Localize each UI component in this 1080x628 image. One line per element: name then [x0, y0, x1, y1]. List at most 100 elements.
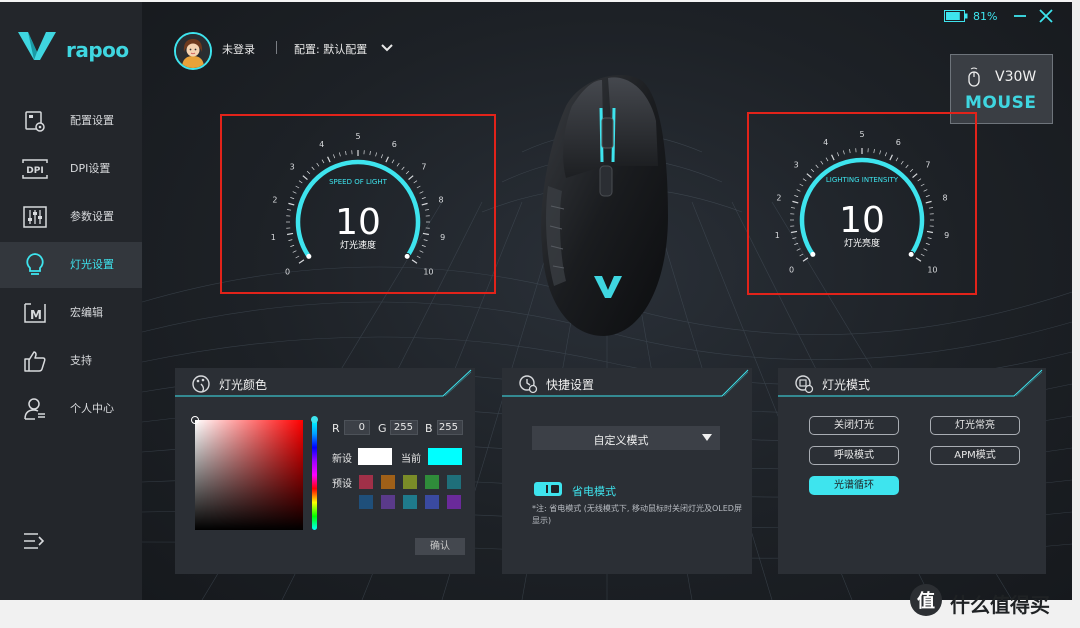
preset-color-swatch[interactable]	[447, 475, 461, 489]
preset-color-swatch[interactable]	[403, 475, 417, 489]
profile-settings-icon	[22, 109, 48, 133]
r-input[interactable]: 0	[344, 420, 370, 435]
gauge-tick	[815, 164, 819, 169]
intensity-gauge-highlight: 0 1 2 3 4 5 6 7 8 9 10 LIGHTING INTENSITY 10 灯光亮度	[747, 112, 977, 295]
device-kind: MOUSE	[965, 93, 1037, 113]
preset-color-swatch[interactable]	[447, 495, 461, 509]
dropdown-triangle-icon	[702, 434, 712, 441]
gauge-tick	[928, 207, 933, 209]
gauge-tick	[333, 154, 336, 159]
device-model: V30W	[995, 69, 1037, 85]
intensity-gauge[interactable]: 012345678910LIGHTING INTENSITY10灯光亮度	[749, 114, 975, 293]
gauge-tick	[796, 189, 801, 192]
sidebar-item-macro-editor[interactable]: M 宏编辑	[0, 290, 142, 336]
mode-dropdown[interactable]: 自定义模式	[532, 426, 720, 450]
gauge-tick	[413, 180, 418, 184]
sidebar-item-label: 参数设置	[70, 210, 114, 223]
gauge-tick-label: 1	[271, 233, 276, 242]
color-picker-handle[interactable]	[191, 416, 199, 424]
gauge-tick	[416, 255, 421, 259]
gauge-tick	[401, 166, 405, 171]
config-selector-label[interactable]: 配置: 默认配置	[294, 41, 367, 57]
gauge-start-dot	[810, 251, 816, 257]
mode-button-spectrum-cycle[interactable]: 光谱循环	[809, 476, 899, 495]
gauge-tick	[912, 173, 918, 179]
hue-slider-handle[interactable]	[311, 416, 318, 423]
power-saving-note: *注: 省电模式 (无线模式下, 移动鼠标时关闭灯光及OLED屏显示)	[532, 504, 742, 525]
preset-label: 预设	[332, 479, 352, 490]
avatar[interactable]	[174, 32, 212, 70]
svg-text:DPI: DPI	[26, 166, 43, 176]
rapoo-logo: rapoo	[18, 30, 129, 64]
watermark-text: 什么值得买	[950, 593, 1050, 617]
mode-button-apm[interactable]: APM模式	[930, 446, 1020, 465]
gauge-handle[interactable]	[403, 252, 411, 260]
collapse-menu-icon[interactable]	[22, 532, 48, 552]
preset-color-swatch[interactable]	[359, 495, 373, 509]
minimize-icon[interactable]	[1012, 8, 1028, 24]
sidebar-item-user-center[interactable]: 个人中心	[0, 386, 142, 432]
gauge-tick-label: 0	[789, 265, 794, 274]
gauge-title: SPEED OF LIGHT	[329, 178, 388, 186]
app-window: rapoo 配置设置 DPI DPI设置 参数设置 灯光设置 M 宏编辑 支持 …	[0, 2, 1072, 600]
gauge-tick	[926, 230, 934, 234]
gauge-tick	[298, 259, 305, 264]
preset-color-swatch[interactable]	[359, 475, 373, 489]
hue-slider[interactable]	[311, 416, 318, 530]
sidebar-item-support[interactable]: 支持	[0, 338, 142, 384]
sliders-icon	[22, 205, 48, 229]
gauge-tick	[820, 160, 824, 165]
gauge-tick	[917, 178, 922, 182]
gauge-tick	[411, 259, 418, 264]
gauge-tick	[321, 159, 325, 164]
sidebar-item-label: 配置设置	[70, 114, 114, 127]
gauge-tick	[295, 255, 300, 259]
speed-gauge[interactable]: 012345678910SPEED OF LIGHT10灯光速度	[222, 116, 494, 292]
b-label: B	[425, 422, 433, 435]
preset-color-swatch[interactable]	[403, 495, 417, 509]
sidebar-item-dpi-settings[interactable]: DPI DPI设置	[0, 146, 142, 192]
current-color-label: 当前	[401, 454, 421, 465]
gauge-tick	[405, 170, 410, 175]
saturation-value-picker[interactable]	[191, 416, 303, 530]
sidebar-item-profile-settings[interactable]: 配置设置	[0, 98, 142, 144]
gauge-tick	[339, 152, 341, 157]
g-input[interactable]: 255	[390, 420, 418, 435]
dpi-icon: DPI	[22, 157, 48, 181]
r-label: R	[332, 422, 340, 435]
preset-color-swatch[interactable]	[381, 475, 395, 489]
power-saving-toggle[interactable]	[534, 482, 562, 496]
gauge-tick	[837, 152, 840, 157]
gauge-label: 灯光速度	[340, 239, 376, 251]
light-mode-panel: 灯光模式 关闭灯光 灯光常亮 呼吸模式 APM模式 光谱循环	[778, 368, 1046, 574]
sidebar-item-lighting-settings[interactable]: 灯光设置	[0, 242, 142, 288]
gauge-tick	[419, 191, 424, 194]
login-status[interactable]: 未登录	[222, 41, 255, 57]
gauge-tick	[792, 200, 799, 204]
chevron-down-icon[interactable]	[380, 42, 394, 54]
user-center-icon	[22, 397, 48, 421]
gauge-tick	[879, 150, 881, 155]
gauge-tick	[794, 195, 799, 198]
mode-button-breathing[interactable]: 呼吸模式	[809, 446, 899, 465]
preset-color-swatch[interactable]	[425, 495, 439, 509]
user-avatar-icon	[176, 34, 210, 68]
palette-icon	[192, 375, 210, 393]
gauge-tick	[889, 154, 893, 161]
gauge-tick	[790, 230, 798, 234]
svg-text:M: M	[30, 308, 42, 322]
b-input[interactable]: 255	[437, 420, 463, 435]
gauge-tick	[369, 151, 371, 156]
preset-color-swatch[interactable]	[381, 495, 395, 509]
gauge-tick-label: 1	[775, 231, 780, 240]
gauge-title: LIGHTING INTENSITY	[826, 176, 899, 184]
gauge-tick-label: 8	[943, 194, 948, 203]
confirm-button[interactable]: 确认	[415, 538, 465, 555]
preset-color-swatch[interactable]	[425, 475, 439, 489]
light-color-panel: 灯光颜色 R 0 G 255 B 255 新设 当前 预设 确认	[175, 368, 475, 574]
sidebar-item-parameter-settings[interactable]: 参数设置	[0, 194, 142, 240]
close-icon[interactable]	[1038, 8, 1054, 24]
mode-button-always-on[interactable]: 灯光常亮	[930, 416, 1020, 435]
mode-button-light-off[interactable]: 关闭灯光	[809, 416, 899, 435]
gauge-handle[interactable]	[907, 250, 915, 258]
